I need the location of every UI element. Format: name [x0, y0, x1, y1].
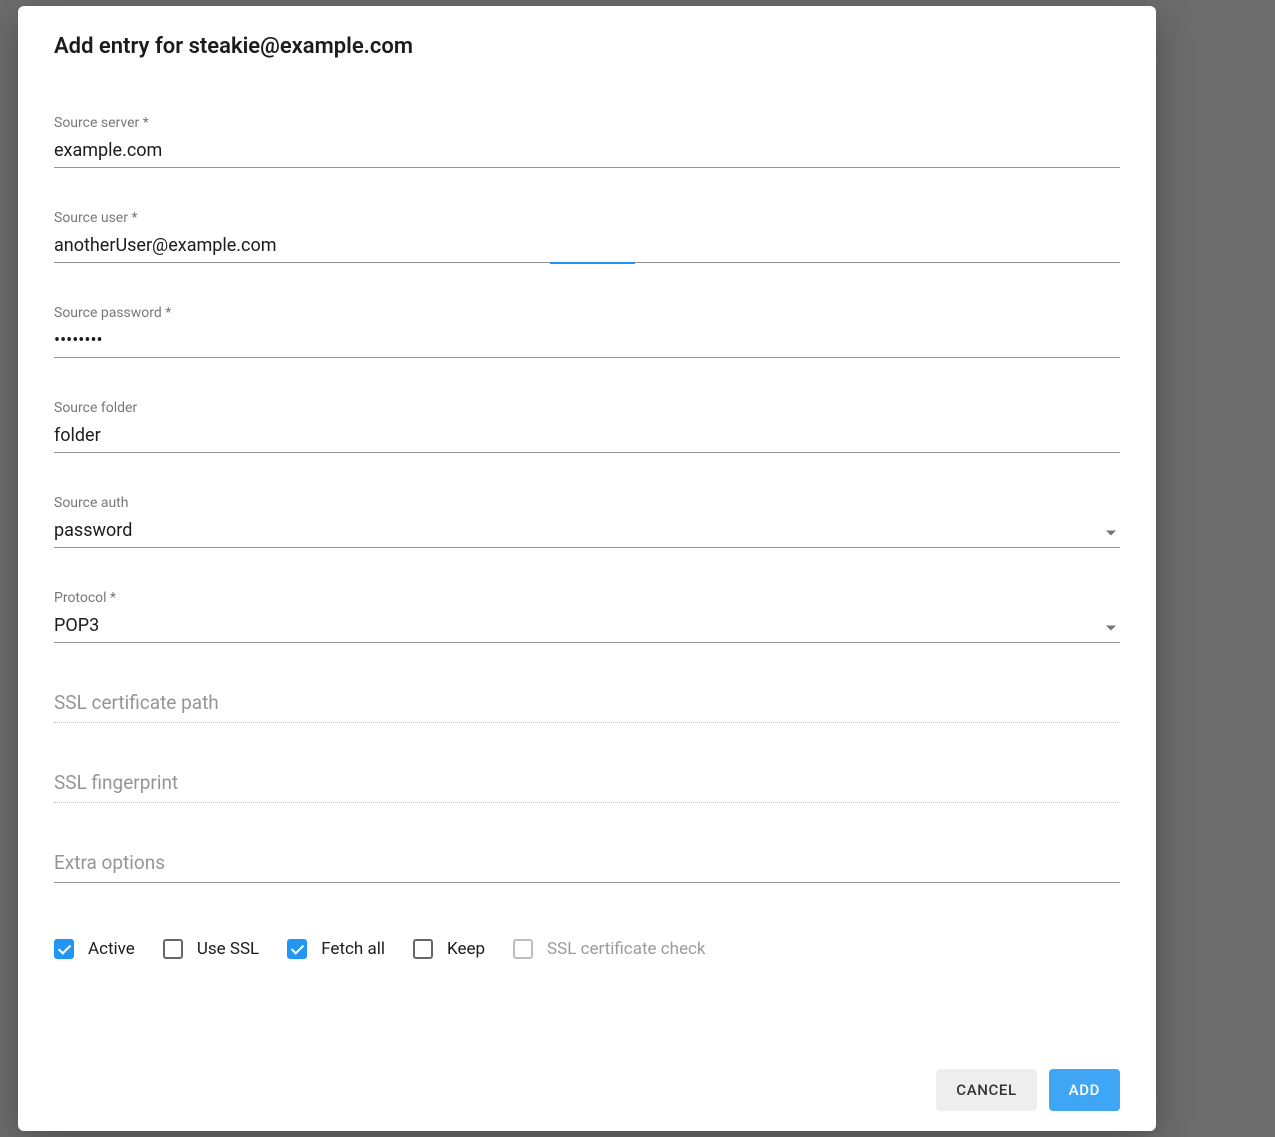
field-source-server: Source server * [54, 115, 1120, 168]
field-source-user: Source user * [54, 210, 1120, 263]
checkbox-label: Keep [447, 939, 485, 959]
input-ssl-fingerprint[interactable] [54, 765, 1120, 803]
focus-underline [550, 262, 635, 264]
add-button[interactable]: ADD [1049, 1069, 1120, 1111]
modal-backdrop: Add entry for steakie@example.com Source… [0, 0, 1275, 1137]
input-source-server[interactable] [54, 137, 1120, 168]
label-source-password: Source password * [54, 305, 1120, 321]
add-entry-dialog: Add entry for steakie@example.com Source… [18, 6, 1156, 1131]
checkbox-box-icon [54, 939, 74, 959]
dialog-title: Add entry for steakie@example.com [54, 34, 1120, 59]
checkbox-active[interactable]: Active [54, 939, 135, 959]
input-ssl-cert-path[interactable] [54, 685, 1120, 723]
label-source-auth: Source auth [54, 495, 1120, 511]
label-protocol: Protocol * [54, 590, 1120, 606]
input-extra-options[interactable] [54, 845, 1120, 883]
select-source-auth[interactable] [54, 517, 1120, 548]
checkbox-ssl-cert-check: SSL certificate check [513, 939, 706, 959]
field-source-auth: Source auth [54, 495, 1120, 548]
cancel-button[interactable]: CANCEL [936, 1069, 1036, 1111]
label-source-user: Source user * [54, 210, 1120, 226]
input-source-password[interactable] [54, 327, 1120, 358]
checkbox-label: Fetch all [321, 939, 385, 959]
checkbox-box-icon [287, 939, 307, 959]
checkbox-label: Active [88, 939, 135, 959]
field-ssl-fingerprint [54, 765, 1120, 803]
input-source-user[interactable] [54, 232, 1120, 263]
select-protocol[interactable] [54, 612, 1120, 643]
label-source-server: Source server * [54, 115, 1120, 131]
checkbox-keep[interactable]: Keep [413, 939, 485, 959]
dialog-actions: CANCEL ADD [54, 1069, 1120, 1111]
checkbox-use-ssl[interactable]: Use SSL [163, 939, 259, 959]
field-extra-options [54, 845, 1120, 883]
label-source-folder: Source folder [54, 400, 1120, 416]
field-protocol: Protocol * [54, 590, 1120, 643]
checkbox-fetch-all[interactable]: Fetch all [287, 939, 385, 959]
checkbox-row: Active Use SSL Fetch all Keep SSL certif… [54, 939, 1120, 959]
field-source-password: Source password * [54, 305, 1120, 358]
checkbox-box-icon [413, 939, 433, 959]
field-source-folder: Source folder [54, 400, 1120, 453]
checkbox-box-icon [163, 939, 183, 959]
input-source-folder[interactable] [54, 422, 1120, 453]
checkbox-label: Use SSL [197, 939, 259, 959]
checkbox-label: SSL certificate check [547, 939, 706, 959]
checkbox-box-icon [513, 939, 533, 959]
field-ssl-cert-path [54, 685, 1120, 723]
